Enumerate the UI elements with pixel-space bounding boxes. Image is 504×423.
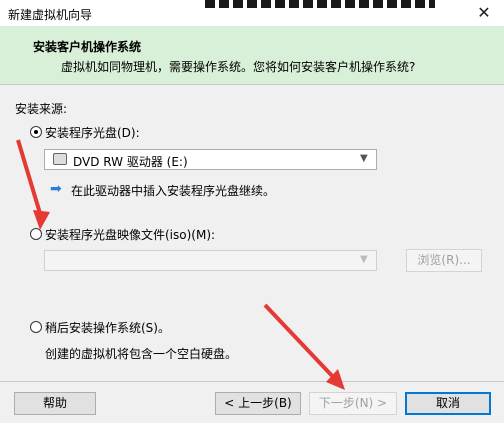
annotation-arrow-2-line xyxy=(263,303,338,382)
annotation-arrows xyxy=(16,139,345,390)
annotation-arrow-1-line xyxy=(16,139,44,221)
annotation-arrow-1-head xyxy=(33,210,50,230)
